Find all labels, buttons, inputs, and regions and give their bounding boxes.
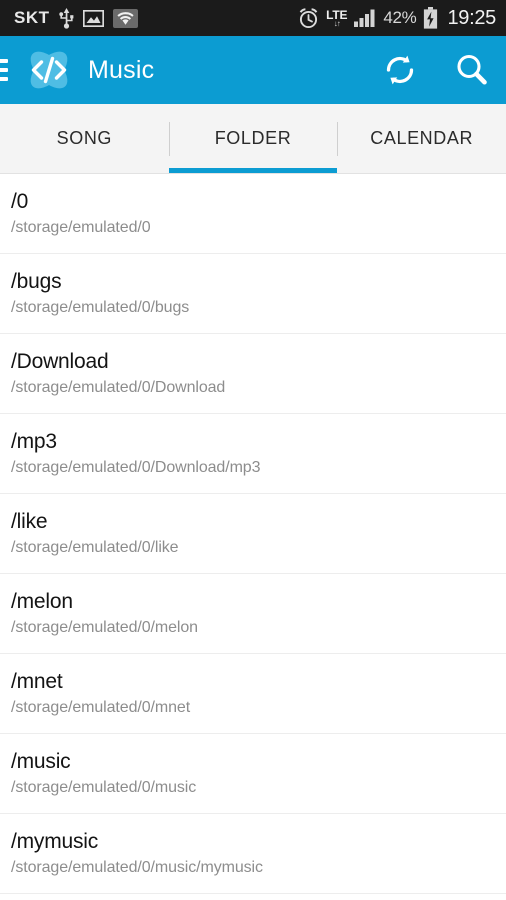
folder-name: /like (11, 509, 48, 533)
signal-bars-icon (354, 9, 376, 27)
folder-name: /melon (11, 589, 73, 613)
folder-path: /storage/emulated/0/like (11, 538, 179, 556)
data-arrows-icon: ↓↑ (333, 18, 341, 28)
network-type-indicator: LTE ↓↑ (326, 9, 347, 28)
tab-label: FOLDER (214, 128, 292, 148)
tab-calendar[interactable]: CALENDAR (337, 104, 506, 173)
code-brackets-logo (24, 45, 74, 95)
folder-list[interactable]: /0 /storage/emulated/0 /bugs /storage/em… (0, 174, 506, 894)
folder-name: /music (11, 749, 71, 773)
list-item[interactable]: /mp3 /storage/emulated/0/Download/mp3 (0, 414, 506, 494)
tab-song[interactable]: SONG (0, 104, 169, 173)
app-bar-actions (380, 50, 492, 90)
list-item[interactable]: /Download /storage/emulated/0/Download (0, 334, 506, 414)
wifi-icon (112, 8, 138, 28)
app-bar: Music (0, 36, 506, 104)
refresh-icon[interactable] (380, 50, 420, 90)
carrier-label: SKT (14, 8, 50, 27)
list-item[interactable]: /mymusic /storage/emulated/0/music/mymus… (0, 814, 506, 894)
status-bar: SKT LTE ↓↑ 42% 19:25 (0, 0, 506, 36)
tab-bar: SONG FOLDER CALENDAR (0, 104, 506, 174)
list-item[interactable]: /mnet /storage/emulated/0/mnet (0, 654, 506, 734)
folder-path: /storage/emulated/0/Download/mp3 (11, 458, 261, 476)
usb-icon (58, 7, 74, 29)
search-icon[interactable] (452, 50, 492, 90)
tab-label: CALENDAR (370, 128, 474, 148)
folder-path: /storage/emulated/0/music (11, 778, 197, 796)
folder-name: /mnet (11, 669, 63, 693)
status-bar-left: SKT (14, 7, 138, 29)
hamburger-menu-icon[interactable] (0, 59, 8, 81)
list-item[interactable]: /music /storage/emulated/0/music (0, 734, 506, 814)
tab-folder[interactable]: FOLDER (168, 104, 338, 173)
list-item[interactable]: /bugs /storage/emulated/0/bugs (0, 254, 506, 334)
alarm-icon (298, 7, 319, 29)
status-bar-right: LTE ↓↑ 42% 19:25 (298, 7, 496, 30)
app-title: Music (88, 55, 155, 84)
list-item[interactable]: /like /storage/emulated/0/like (0, 494, 506, 574)
folder-name: /mymusic (11, 829, 99, 853)
folder-path: /storage/emulated/0 (11, 218, 151, 236)
battery-charging-icon (423, 7, 438, 29)
tab-label: SONG (56, 128, 113, 148)
folder-path: /storage/emulated/0/mnet (11, 698, 191, 716)
folder-path: /storage/emulated/0/bugs (11, 298, 190, 316)
folder-path: /storage/emulated/0/music/mymusic (11, 858, 263, 876)
clock-label: 19:25 (447, 6, 496, 29)
list-item[interactable]: /0 /storage/emulated/0 (0, 174, 506, 254)
folder-path: /storage/emulated/0/melon (11, 618, 198, 636)
hamburger-bar (0, 68, 8, 72)
list-item[interactable]: /melon /storage/emulated/0/melon (0, 574, 506, 654)
folder-name: /Download (11, 349, 109, 373)
folder-name: /mp3 (11, 429, 57, 453)
folder-name: /bugs (11, 269, 62, 293)
hamburger-bar (0, 77, 8, 81)
gallery-icon (82, 9, 104, 27)
battery-percent-label: 42% (383, 8, 417, 27)
folder-path: /storage/emulated/0/Download (11, 378, 226, 396)
hamburger-bar (0, 59, 8, 63)
folder-name: /0 (11, 189, 29, 213)
